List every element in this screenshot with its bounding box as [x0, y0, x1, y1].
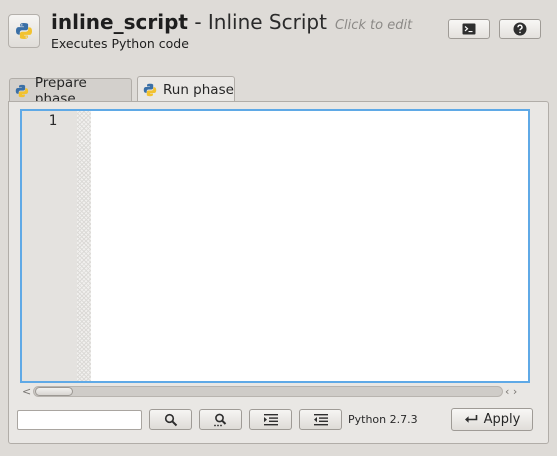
click-to-edit-hint[interactable]: Click to edit — [335, 18, 412, 33]
search-icon — [164, 413, 177, 426]
search-button[interactable] — [149, 409, 192, 430]
item-title[interactable]: inline_script - Inline Script Click to ed… — [51, 10, 412, 34]
python-version-label: Python 2.7.3 — [348, 413, 418, 426]
item-type: Inline Script — [207, 10, 327, 34]
line-number-gutter: 1 — [22, 111, 77, 381]
python-logo-icon — [15, 84, 29, 97]
unindent-icon — [313, 414, 328, 426]
tab-run-phase[interactable]: Run phase — [137, 76, 235, 102]
line-number: 1 — [48, 113, 57, 129]
help-icon — [513, 22, 527, 36]
unindent-button[interactable] — [299, 409, 342, 430]
apply-label: Apply — [483, 412, 521, 427]
scroll-right-arrows[interactable]: ‹ › — [505, 385, 517, 398]
python-logo-icon — [143, 83, 157, 96]
plugin-python-icon — [8, 14, 40, 48]
tab-prepare-phase[interactable]: Prepare phase — [9, 75, 132, 107]
indent-button[interactable] — [249, 409, 292, 430]
scrollbar-thumb[interactable] — [35, 387, 73, 396]
search-next-icon — [213, 413, 226, 426]
item-description[interactable]: Executes Python code — [51, 36, 189, 51]
code-editor[interactable]: 1 — [20, 109, 530, 383]
fold-margin[interactable] — [77, 111, 91, 381]
show-script-console-button[interactable] — [448, 19, 490, 39]
scroll-left-arrow[interactable]: < — [22, 385, 31, 398]
search-next-button[interactable] — [199, 409, 242, 430]
code-text-area[interactable] — [91, 111, 528, 381]
return-arrow-icon — [464, 415, 477, 423]
help-button[interactable] — [499, 19, 541, 39]
tab-label: Run phase — [163, 81, 234, 98]
search-input[interactable] — [17, 410, 142, 430]
terminal-icon — [462, 23, 476, 35]
horizontal-scrollbar[interactable]: < ‹ › — [20, 385, 530, 398]
apply-button[interactable]: Apply — [451, 408, 533, 431]
indent-icon — [263, 414, 278, 426]
item-name[interactable]: inline_script — [51, 10, 188, 34]
scrollbar-track[interactable] — [33, 386, 503, 397]
title-separator: - — [187, 10, 208, 34]
